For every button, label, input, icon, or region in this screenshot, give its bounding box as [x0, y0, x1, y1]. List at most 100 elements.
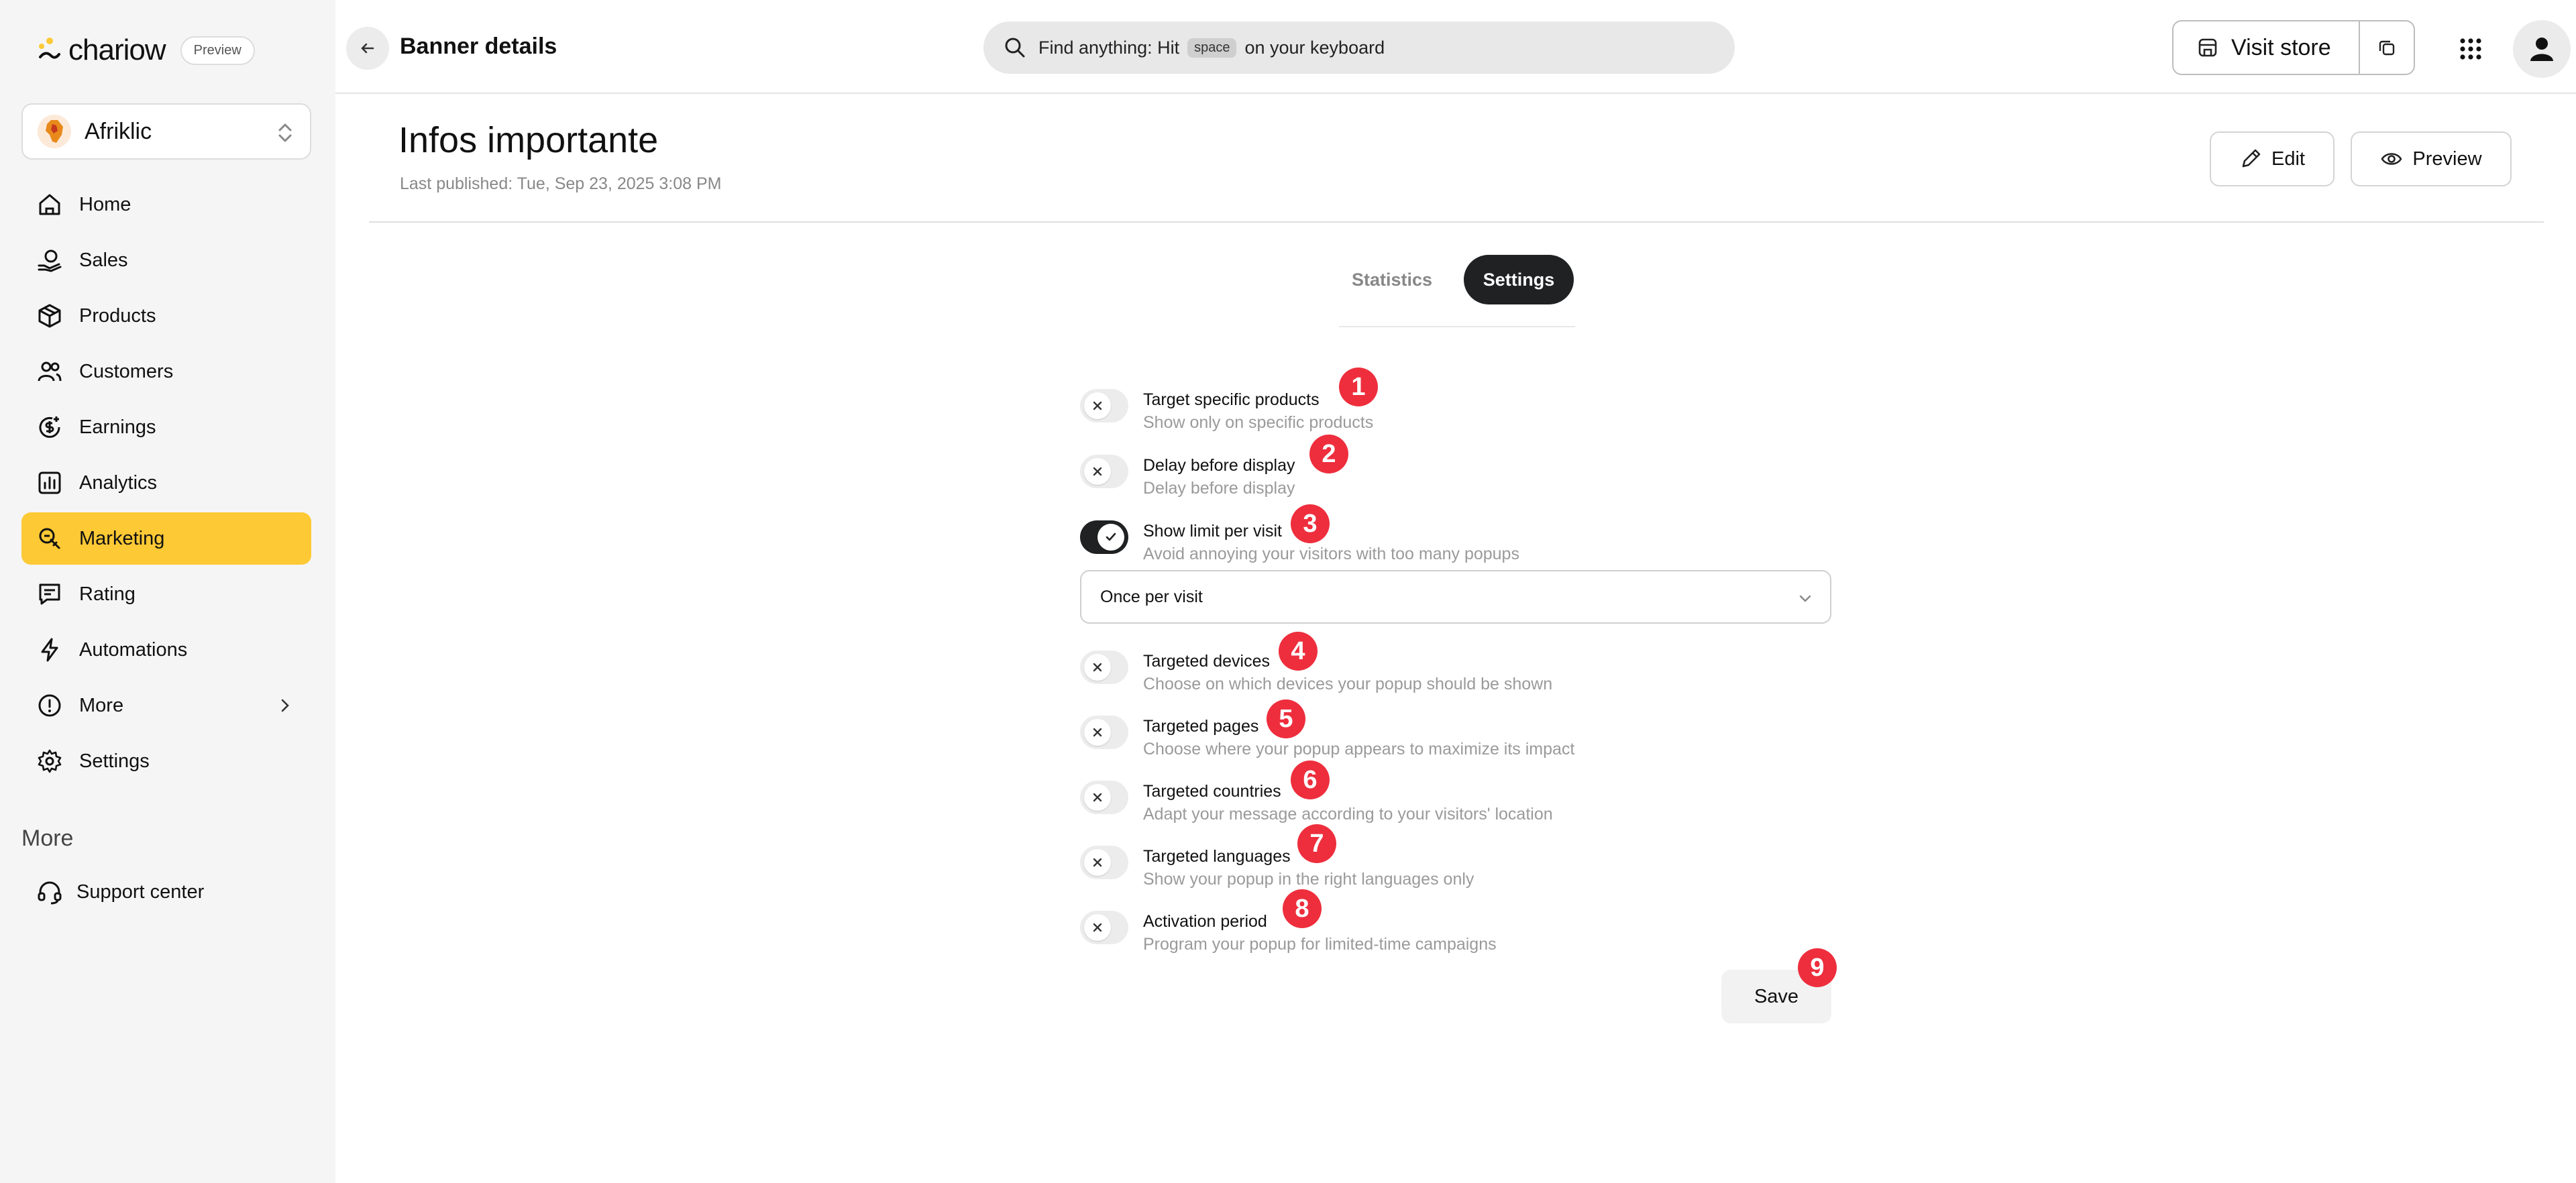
delay-toggle[interactable] [1080, 455, 1128, 488]
edit-button[interactable]: Edit [2210, 131, 2334, 186]
sidebar-item-earnings[interactable]: Earnings [21, 401, 311, 453]
info-icon [38, 694, 61, 717]
preview-label: Preview [2412, 148, 2482, 170]
megaphone-icon [39, 528, 60, 549]
setting-activation-period: Activation period Program your popup for… [1080, 889, 1831, 964]
setting-description: Adapt your message according to your vis… [1143, 805, 1553, 824]
edit-label: Edit [2271, 148, 2305, 170]
user-icon [2530, 38, 2553, 61]
tab-statistics[interactable]: Statistics [1342, 255, 1442, 304]
countries-toggle[interactable] [1080, 781, 1128, 814]
setting-title: Delay before display [1143, 456, 1295, 475]
devices-toggle[interactable] [1080, 651, 1128, 684]
step-marker: 1 [1339, 368, 1378, 406]
search-prefix: Find anything: Hit [1038, 37, 1180, 58]
store-avatar [38, 115, 71, 148]
visit-limit-select[interactable]: Once per visit [1080, 570, 1831, 624]
step-marker: 6 [1291, 760, 1330, 799]
step-marker: 5 [1267, 699, 1305, 738]
sidebar-item-label: Sales [79, 249, 128, 271]
languages-toggle[interactable] [1080, 846, 1128, 879]
sales-icon [38, 249, 62, 272]
sidebar-item-customers[interactable]: Customers [21, 345, 311, 398]
support-center-link[interactable]: Support center [36, 879, 204, 905]
x-icon [1084, 784, 1111, 811]
sidebar-item-label: Home [79, 193, 131, 215]
x-icon [1084, 392, 1111, 419]
visit-store-label: Visit store [2231, 34, 2331, 60]
bolt-icon [41, 638, 58, 662]
tab-settings[interactable]: Settings [1464, 255, 1574, 304]
sidebar-item-home[interactable]: Home [21, 178, 311, 231]
chariow-logo-icon [35, 36, 64, 65]
grid-icon [2460, 38, 2481, 60]
store-icon [2198, 38, 2217, 57]
sidebar-item-products[interactable]: Products [21, 290, 311, 342]
setting-delay: Delay before display Delay before displa… [1080, 435, 1831, 508]
step-marker: 3 [1291, 504, 1330, 543]
sidebar-item-rating[interactable]: Rating [21, 568, 311, 620]
copy-icon [2379, 40, 2395, 56]
setting-description: Show your popup in the right languages o… [1143, 870, 1474, 889]
x-icon [1084, 849, 1111, 876]
back-button[interactable] [346, 27, 389, 70]
sidebar-item-analytics[interactable]: Analytics [21, 457, 311, 509]
show-limit-toggle[interactable] [1080, 520, 1128, 554]
store-switcher[interactable]: Afriklic [21, 103, 311, 160]
setting-show-limit: Show limit per visit Avoid annoying your… [1080, 504, 1831, 574]
chevron-right-icon [276, 697, 294, 720]
pencil-icon [2242, 149, 2261, 168]
setting-description: Delay before display [1143, 479, 1295, 498]
logo-text: chariow [68, 34, 166, 66]
chevron-up-down-icon [275, 119, 295, 150]
topbar-title: Banner details [400, 34, 557, 59]
dollar-icon [39, 416, 60, 438]
setting-description: Show only on specific products [1143, 413, 1374, 432]
top-bar: Banner details Find anything: Hit space … [335, 0, 2576, 94]
pages-toggle[interactable] [1080, 716, 1128, 749]
setting-target-products: Target specific products Show only on sp… [1080, 368, 1831, 443]
sidebar-item-label: Automations [79, 638, 188, 661]
step-marker: 8 [1283, 889, 1322, 928]
setting-pages: Targeted pages Choose where your popup a… [1080, 699, 1831, 769]
setting-title: Targeted languages [1143, 847, 1291, 866]
users-icon [38, 361, 62, 382]
activation-period-toggle[interactable] [1080, 911, 1128, 944]
sidebar-item-sales[interactable]: Sales [21, 234, 311, 286]
setting-languages: Targeted languages Show your popup in th… [1080, 824, 1831, 899]
sidebar-item-label: Settings [79, 750, 150, 772]
home-icon [39, 194, 60, 215]
arrow-left-icon [361, 43, 374, 54]
visit-store-button[interactable]: Visit store [2174, 21, 2360, 74]
more-section-heading: More [21, 826, 74, 851]
search-input[interactable]: Find anything: Hit space on your keyboar… [983, 21, 1735, 74]
target-products-toggle[interactable] [1080, 389, 1128, 422]
sidebar-item-label: Marketing [79, 527, 165, 549]
save-label: Save [1754, 985, 1799, 1007]
headset-icon [38, 881, 62, 905]
step-marker: 2 [1309, 435, 1348, 473]
preview-button[interactable]: Preview [2351, 131, 2512, 186]
sidebar-item-automations[interactable]: Automations [21, 624, 311, 676]
brand-logo[interactable]: chariow Preview [35, 34, 255, 67]
chevron-down-icon [1799, 595, 1811, 602]
sidebar-item-more[interactable]: More [21, 679, 311, 732]
copy-link-button[interactable] [2360, 38, 2414, 58]
box-icon [38, 304, 61, 328]
message-icon [39, 583, 60, 605]
x-icon [1084, 654, 1111, 681]
sidebar-item-label: Earnings [79, 416, 156, 438]
user-avatar-button[interactable] [2513, 20, 2571, 78]
x-icon [1084, 719, 1111, 746]
apps-grid-button[interactable] [2449, 27, 2493, 71]
x-icon [1084, 914, 1111, 941]
sidebar-item-settings[interactable]: Settings [21, 735, 311, 787]
setting-title: Target specific products [1143, 390, 1320, 409]
space-key-hint: space [1187, 38, 1237, 58]
sidebar-item-marketing[interactable]: Marketing [21, 512, 311, 565]
setting-countries: Targeted countries Adapt your message ac… [1080, 760, 1831, 834]
step-marker: 4 [1279, 632, 1318, 671]
preview-badge: Preview [180, 36, 255, 65]
sidebar: chariow Preview Afriklic Home Sales Prod… [0, 0, 335, 1183]
sidebar-item-label: Customers [79, 360, 174, 382]
